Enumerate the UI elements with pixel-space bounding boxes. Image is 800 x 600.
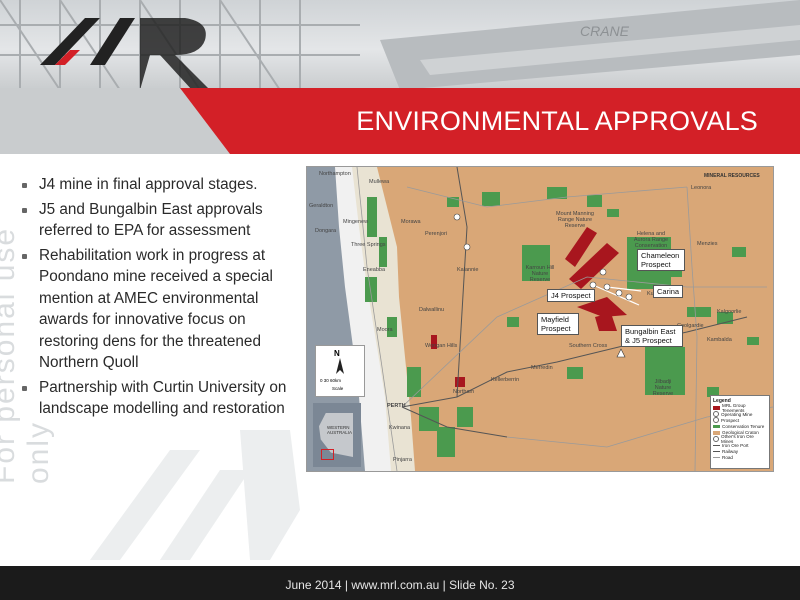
map-place-label: Moora	[377, 327, 393, 333]
legend-item: Other's Iron Ore Mines	[713, 434, 767, 444]
legend-label: Conservation Tenure	[722, 424, 765, 430]
callout-bungalbin: Bungalbin East & J5 Prospect	[621, 325, 683, 347]
crane-photo-graphic: CRANE	[0, 0, 800, 90]
map-place-label: Three Springs	[351, 242, 386, 248]
map-place-label: Kellerberrin	[491, 377, 520, 383]
map-place-label: Pinjarra	[393, 457, 412, 463]
bullet-icon	[22, 253, 27, 259]
bullet-icon	[22, 207, 27, 213]
map-place-label: Mount Manning Range Nature Reserve	[556, 211, 594, 229]
callout-mayfield: Mayfield Prospect	[537, 313, 579, 335]
map-place-label: Morawa	[401, 219, 421, 225]
scale-label: Scale	[332, 386, 344, 391]
north-arrow-icon	[336, 358, 344, 374]
map-place-label: Kalannie	[457, 267, 479, 273]
banner-crane-text: CRANE	[580, 23, 630, 39]
map-place-label: Jilbadji Nature Reserve	[652, 379, 674, 397]
bullet-list: J4 mine in final approval stages. J5 and…	[22, 174, 292, 423]
bullet-text: Partnership with Curtin University on la…	[39, 378, 287, 418]
legend-label: Railway	[722, 448, 739, 454]
callout-j4: J4 Prospect	[547, 289, 595, 302]
callout-carina: Carina	[653, 285, 684, 298]
bullet-item: Rehabilitation work in progress at Poond…	[22, 245, 292, 374]
page-title: ENVIRONMENTAL APPROVALS	[356, 106, 758, 136]
map-place-label: Kalgoorlie	[717, 309, 742, 315]
legend-label: Operating Mine	[721, 411, 753, 417]
map-place-label: Dalwallinu	[419, 307, 445, 313]
map-place-label: Northam	[453, 389, 475, 395]
bullet-item: J4 mine in final approval stages.	[22, 174, 292, 196]
scale-bar-label: 0 30 60km	[320, 378, 342, 383]
legend-swatch	[713, 457, 720, 459]
map-place-label: Southern Cross	[569, 343, 608, 349]
map-legend: Legend MRL Group Tenements Operating Min…	[710, 395, 770, 469]
map-place-label: Kambalda	[707, 337, 732, 343]
bullet-text: Rehabilitation work in progress at Poond…	[39, 246, 273, 372]
inset-map: WESTERN AUSTRALIA	[313, 403, 361, 467]
legend-swatch	[713, 417, 719, 424]
north-label: N	[334, 349, 340, 358]
inset-highlight-box	[321, 449, 334, 460]
map-place-label: PERTH	[387, 403, 406, 409]
project-location-map: MINERAL RESOURCES Northampton Mullewa Ge…	[306, 166, 774, 472]
callout-chameleon: Chameleon Prospect	[637, 249, 685, 271]
inset-label: WESTERN AUSTRALIA	[327, 425, 353, 435]
map-place-label: Geraldton	[309, 203, 334, 209]
map-place-label: Eneabba	[363, 267, 386, 273]
legend-swatch	[713, 450, 720, 452]
map-place-label: Merredin	[531, 365, 553, 371]
map-place-label: Menzies	[697, 241, 718, 247]
legend-label: Prospect	[721, 417, 740, 423]
bullet-text: J4 mine in final approval stages.	[39, 176, 258, 193]
bullet-icon	[22, 183, 27, 188]
map-place-label: Karroun Hill Nature Reserve	[525, 265, 555, 283]
map-place-label: Kwinana	[389, 425, 411, 431]
map-place-label: Leonora	[691, 185, 712, 191]
map-place-label: Dongara	[315, 228, 337, 234]
legend-swatch	[713, 431, 720, 435]
legend-swatch	[713, 424, 720, 429]
legend-swatch	[713, 406, 720, 410]
footer-text: June 2014 | www.mrl.com.au | Slide No. 2…	[285, 578, 515, 592]
map-place-label: Mingenew	[343, 219, 369, 225]
legend-swatch	[713, 444, 720, 446]
bullet-item: J5 and Bungalbin East approvals referred…	[22, 199, 292, 242]
map-logo: MINERAL RESOURCES	[704, 173, 760, 179]
bullet-icon	[22, 385, 27, 391]
map-place-label: Northampton	[319, 171, 351, 177]
map-place-label: Mullewa	[369, 179, 390, 185]
legend-item: Road	[713, 455, 767, 461]
legend-swatch	[713, 436, 719, 443]
map-place-label: Perenjori	[425, 231, 448, 237]
legend-label: Road	[722, 455, 733, 461]
bullet-item: Partnership with Curtin University on la…	[22, 377, 292, 420]
legend-label: Iron Ore Port	[722, 442, 749, 448]
bullet-text: J5 and Bungalbin East approvals referred…	[39, 200, 263, 240]
map-place-label: Wongan Hills	[425, 343, 458, 349]
header-banner: CRANE	[0, 0, 800, 90]
north-arrow-scale: N 0 30 60km Scale	[315, 345, 365, 397]
legend-item: MRL Group Tenements	[713, 403, 767, 413]
legend-swatch	[713, 411, 719, 418]
legend-item: Conservation Tenure	[713, 424, 767, 430]
